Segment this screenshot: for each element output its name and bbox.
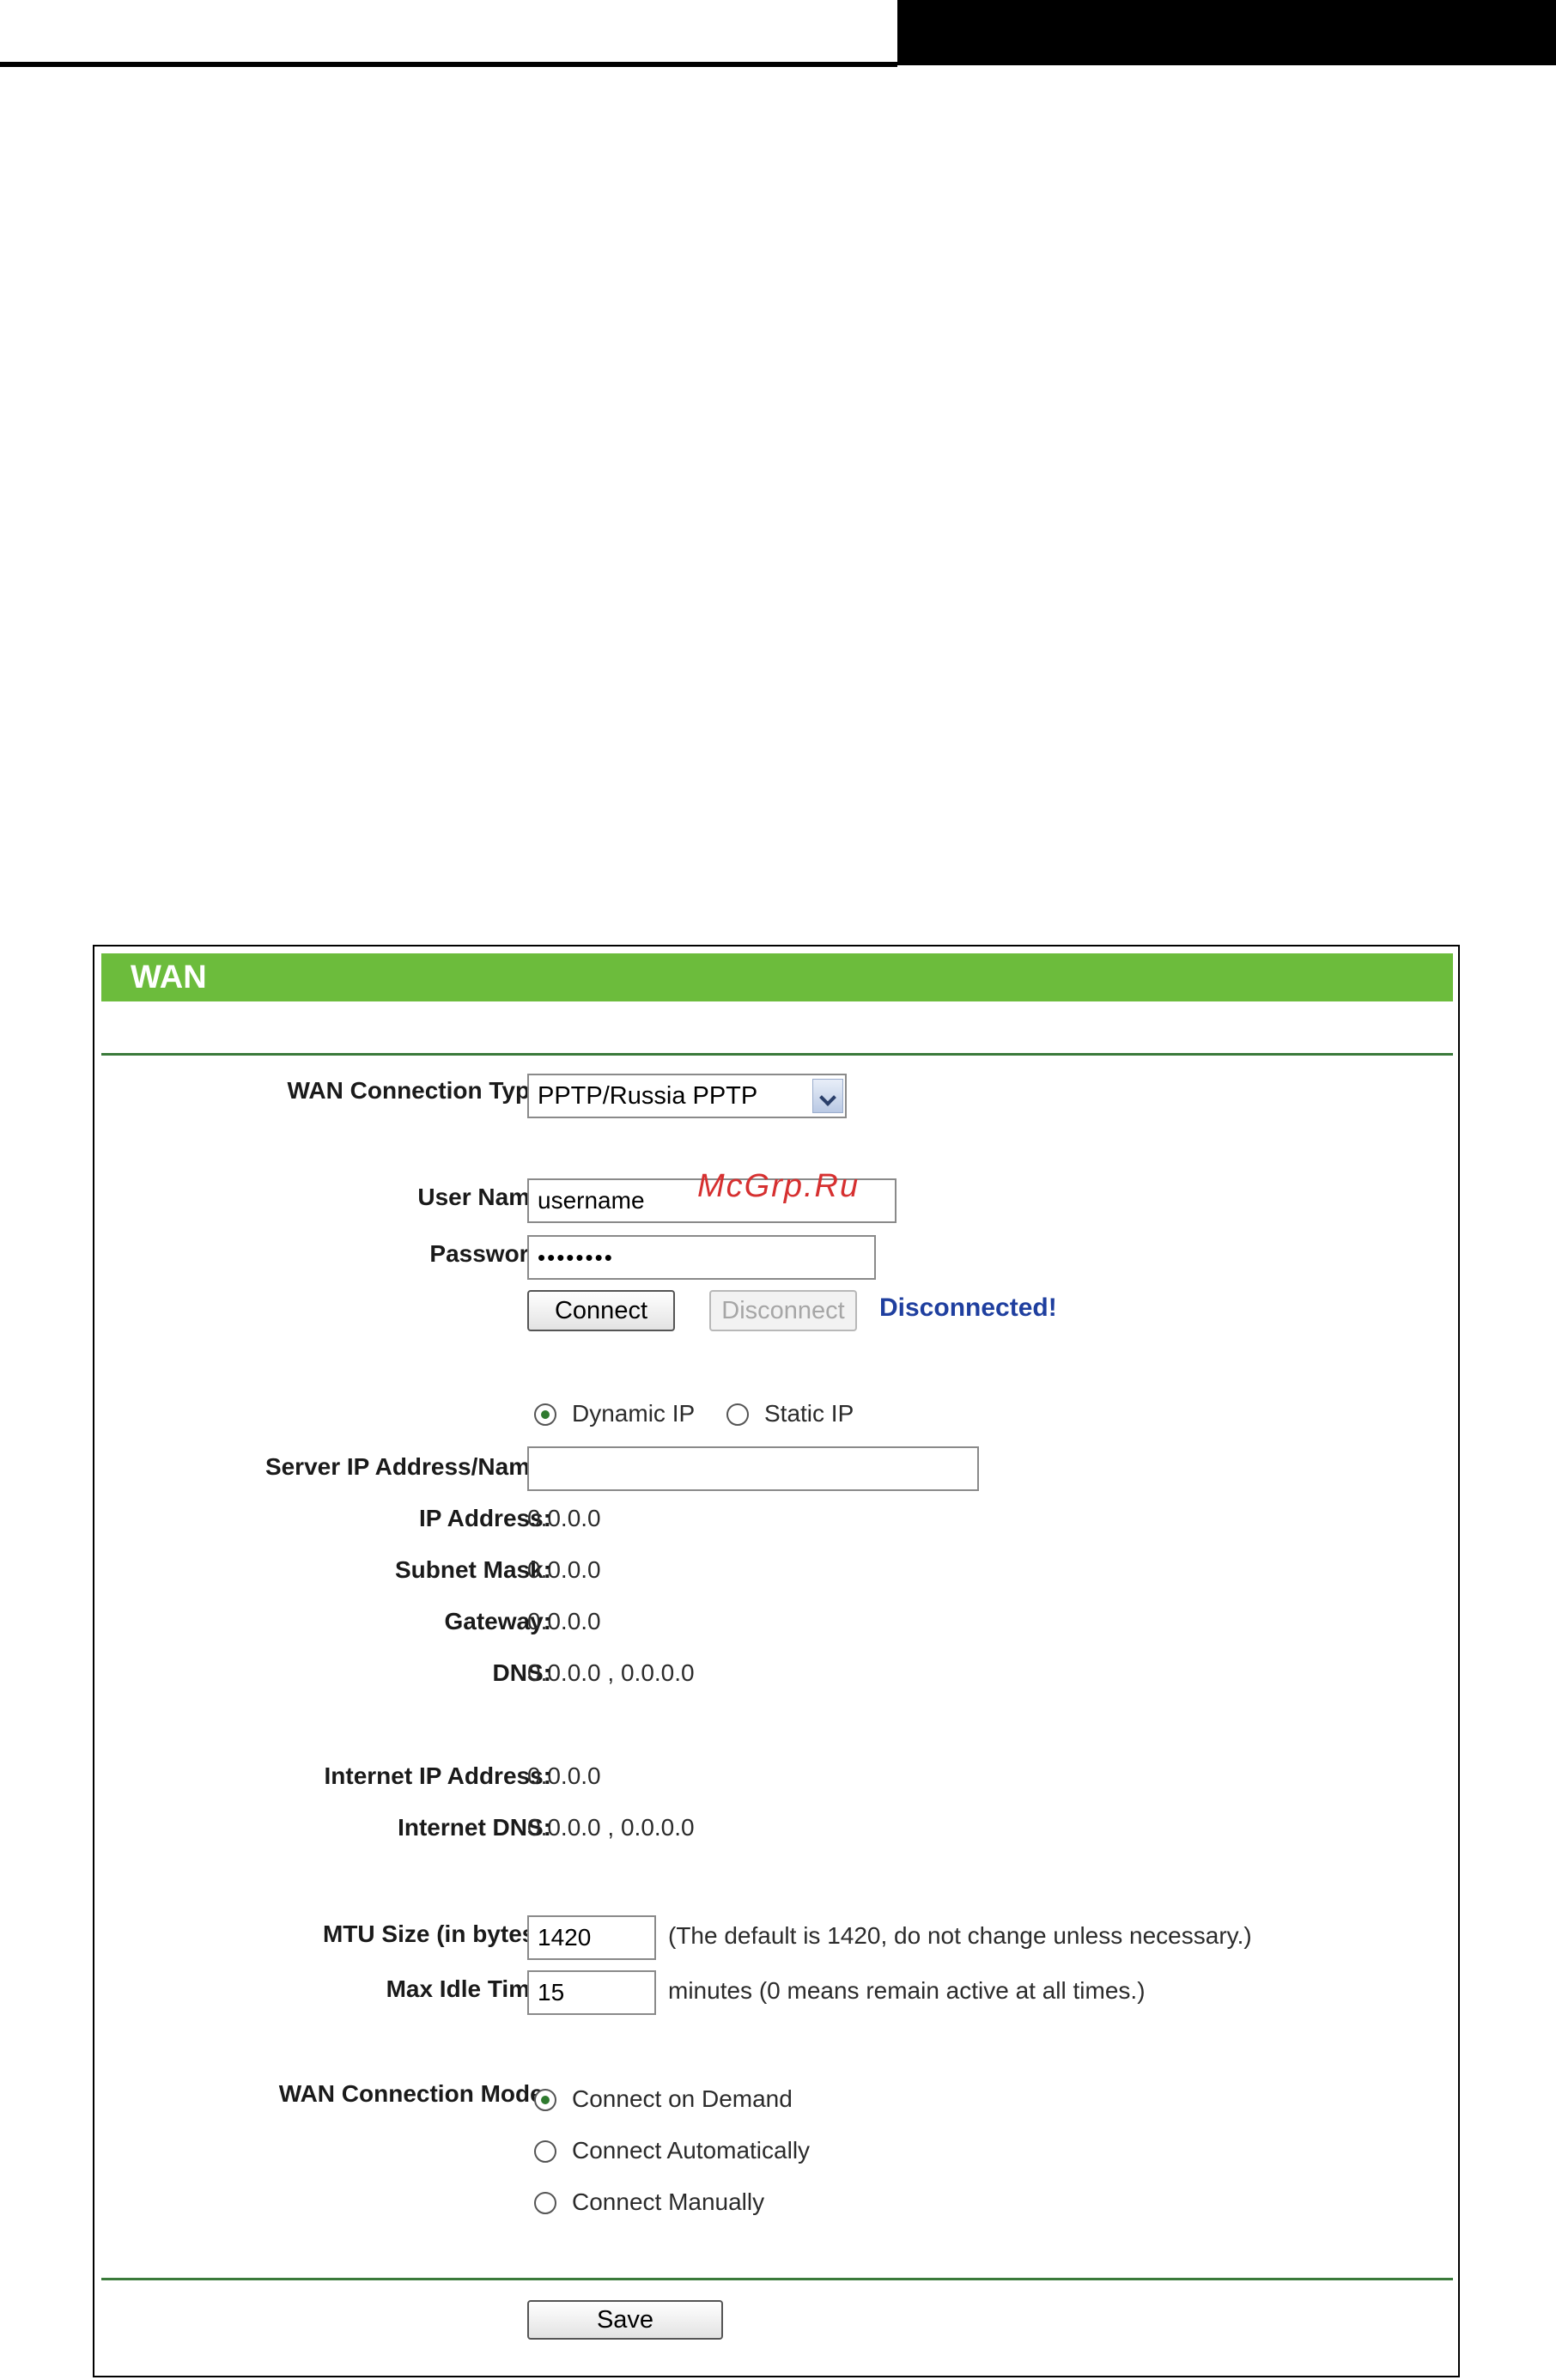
mode-on-demand-label: Connect on Demand bbox=[572, 2085, 793, 2112]
divider-bottom bbox=[101, 2278, 1453, 2280]
connection-type-value: PPTP/Russia PPTP bbox=[538, 1082, 758, 1110]
chevron-down-icon[interactable] bbox=[812, 1079, 843, 1113]
divider-top bbox=[101, 1053, 1453, 1056]
dynamic-ip-label: Dynamic IP bbox=[572, 1400, 696, 1427]
max-idle-input[interactable] bbox=[527, 1970, 656, 2015]
mode-on-demand-radio[interactable] bbox=[534, 2089, 556, 2111]
password-input[interactable]: •••••••• bbox=[527, 1235, 876, 1280]
internet-ip-value: 0.0.0.0 bbox=[527, 1762, 601, 1789]
internet-ip-label: Internet IP Address: bbox=[324, 1762, 551, 1789]
gateway-value: 0.0.0.0 bbox=[527, 1608, 601, 1634]
mode-automatic-label: Connect Automatically bbox=[572, 2137, 811, 2164]
panel-title: WAN bbox=[101, 953, 1453, 1001]
connection-mode-label: WAN Connection Mode: bbox=[278, 2080, 551, 2107]
mtu-label: MTU Size (in bytes): bbox=[322, 1920, 551, 1947]
subnet-mask-value: 0.0.0.0 bbox=[527, 1556, 601, 1583]
header-block bbox=[897, 0, 1556, 65]
mtu-hint: (The default is 1420, do not change unle… bbox=[668, 1922, 1252, 1949]
wan-panel: WAN WAN Connection Type: PPTP/Russia PPT… bbox=[93, 945, 1460, 2377]
mode-automatic-radio[interactable] bbox=[534, 2140, 556, 2163]
connect-button[interactable]: Connect bbox=[527, 1290, 675, 1331]
watermark: McGrp.Ru bbox=[697, 1168, 860, 1204]
internet-dns-value: 0.0.0.0 , 0.0.0.0 bbox=[527, 1814, 695, 1841]
static-ip-label: Static IP bbox=[764, 1400, 854, 1427]
save-button[interactable]: Save bbox=[527, 2300, 723, 2340]
server-label: Server IP Address/Name: bbox=[264, 1453, 551, 1480]
dynamic-ip-radio[interactable] bbox=[534, 1403, 556, 1426]
connection-type-label: WAN Connection Type: bbox=[287, 1077, 551, 1104]
dns-value: 0.0.0.0 , 0.0.0.0 bbox=[527, 1659, 695, 1686]
mode-manual-label: Connect Manually bbox=[572, 2188, 765, 2215]
ip-address-value: 0.0.0.0 bbox=[527, 1505, 601, 1531]
static-ip-radio[interactable] bbox=[726, 1403, 749, 1426]
server-input[interactable] bbox=[527, 1446, 979, 1491]
connection-status: Disconnected! bbox=[879, 1293, 1057, 1322]
header-rule bbox=[0, 62, 897, 67]
disconnect-button[interactable]: Disconnect bbox=[709, 1290, 857, 1331]
mode-manual-radio[interactable] bbox=[534, 2192, 556, 2214]
connection-type-select[interactable]: PPTP/Russia PPTP bbox=[527, 1074, 847, 1118]
mtu-input[interactable] bbox=[527, 1915, 656, 1960]
max-idle-hint: minutes (0 means remain active at all ti… bbox=[668, 1977, 1146, 2004]
